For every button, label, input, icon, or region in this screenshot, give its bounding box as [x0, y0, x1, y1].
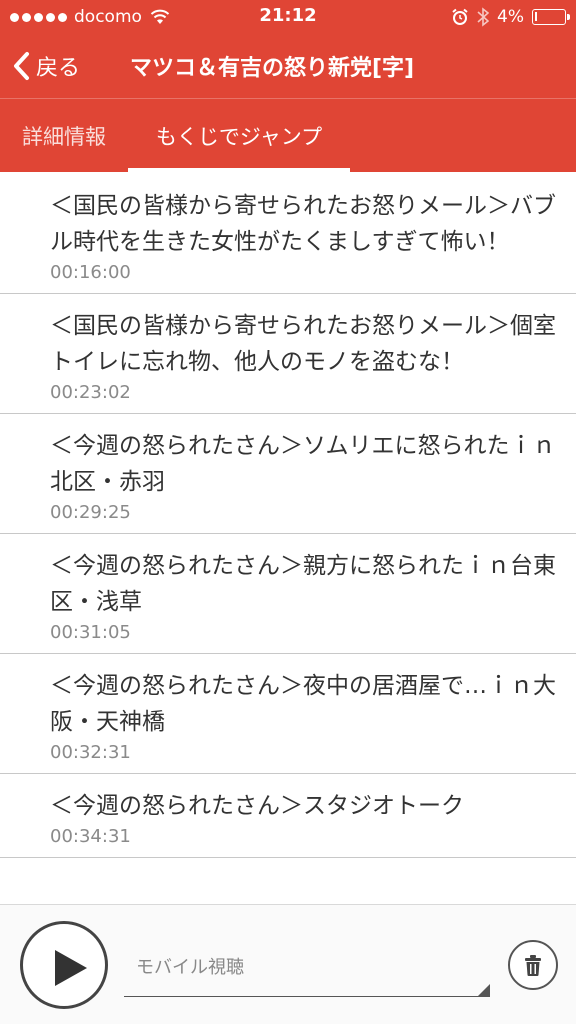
chapter-item[interactable]: ＜今週の怒られたさん＞スタジオトーク 00:34:31	[0, 774, 576, 858]
active-tab-indicator	[128, 168, 350, 173]
chapter-item[interactable]: ＜国民の皆様から寄せられたお怒りメール＞個室トイレに忘れ物、他人のモノを盗むな！…	[0, 294, 576, 414]
play-icon	[55, 950, 87, 986]
status-bar: docomo 21:12 4%	[0, 0, 576, 36]
chapter-title: ＜今週の怒られたさん＞親方に怒られたｉｎ台東区・浅草	[50, 553, 556, 615]
navigation-bar: 戻る マツコ＆有吉の怒り新党[字]	[0, 36, 576, 98]
viewing-mode-select[interactable]: モバイル視聴	[124, 945, 490, 997]
chapter-title: ＜今週の怒られたさん＞スタジオトーク	[50, 793, 464, 819]
app-header: docomo 21:12 4% 戻る マツコ＆有吉の怒り新党[字] 詳細情報 も…	[0, 0, 576, 173]
chapter-time: 00:34:31	[50, 826, 131, 847]
battery-icon	[532, 9, 570, 25]
tab-bar: 詳細情報 もくじでジャンプ	[0, 98, 576, 173]
chapter-title: ＜国民の皆様から寄せられたお怒りメール＞バブル時代を生きた女性がたくましすぎて怖…	[50, 193, 556, 255]
status-right: 4%	[451, 6, 570, 28]
chapter-time: 00:29:25	[50, 502, 131, 523]
tab-details[interactable]: 詳細情報	[0, 99, 128, 173]
play-button[interactable]	[20, 921, 108, 1009]
chapter-time: 00:23:02	[50, 382, 131, 403]
back-label: 戻る	[36, 56, 81, 81]
chapter-list: ＜国民の皆様から寄せられたお怒りメール＞バブル時代を生きた女性がたくましすぎて怖…	[0, 174, 576, 904]
trash-icon	[525, 955, 541, 976]
chevron-left-icon	[14, 52, 29, 80]
chapter-time: 00:31:05	[50, 622, 131, 643]
chapter-item[interactable]: ＜今週の怒られたさん＞ソムリエに怒られたｉｎ北区・赤羽 00:29:25	[0, 414, 576, 534]
chapter-item[interactable]: ＜国民の皆様から寄せられたお怒りメール＞バブル時代を生きた女性がたくましすぎて怖…	[0, 174, 576, 294]
chapter-item[interactable]: ＜今週の怒られたさん＞夜中の居酒屋で…ｉｎ大阪・天神橋 00:32:31	[0, 654, 576, 774]
viewing-mode-label: モバイル視聴	[136, 957, 244, 978]
back-button[interactable]: 戻る	[12, 50, 80, 82]
battery-level	[535, 12, 537, 21]
battery-percent: 4%	[497, 7, 524, 27]
delete-button[interactable]	[508, 940, 558, 990]
dropdown-corner-icon	[478, 984, 490, 996]
chapter-time: 00:16:00	[50, 262, 131, 283]
chapter-title: ＜今週の怒られたさん＞ソムリエに怒られたｉｎ北区・赤羽	[50, 433, 556, 495]
chapter-item[interactable]: ＜今週の怒られたさん＞親方に怒られたｉｎ台東区・浅草 00:31:05	[0, 534, 576, 654]
chapter-title: ＜国民の皆様から寄せられたお怒りメール＞個室トイレに忘れ物、他人のモノを盗むな！	[50, 313, 556, 375]
bluetooth-icon	[477, 7, 490, 27]
tab-chapter-jump[interactable]: もくじでジャンプ	[128, 99, 350, 173]
chapter-title: ＜今週の怒られたさん＞夜中の居酒屋で…ｉｎ大阪・天神橋	[50, 673, 556, 735]
alarm-icon	[452, 8, 468, 25]
program-title: マツコ＆有吉の怒り新党[字]	[130, 56, 415, 81]
chapter-time: 00:32:31	[50, 742, 131, 763]
player-bar: モバイル視聴	[0, 904, 576, 1024]
